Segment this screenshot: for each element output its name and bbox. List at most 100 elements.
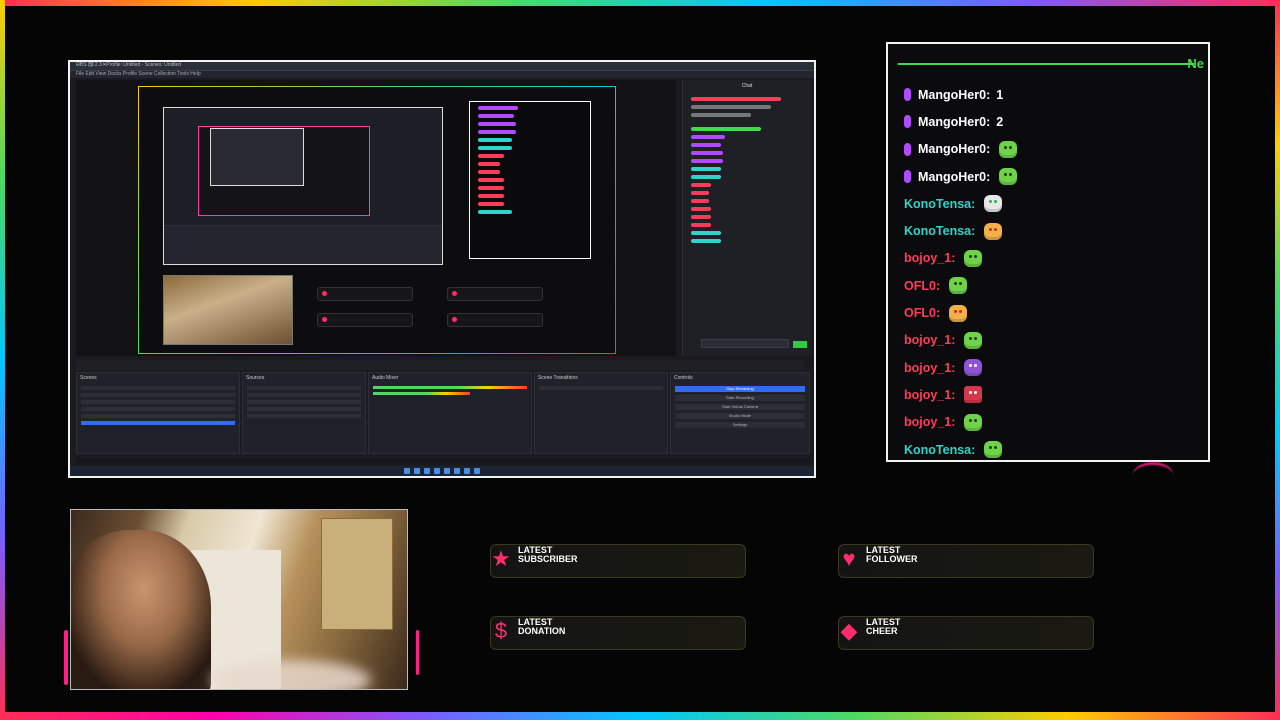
scene-item-selected[interactable]: [81, 421, 235, 425]
start-recording-button[interactable]: Start Recording: [675, 395, 805, 401]
webcam-poster: [321, 518, 393, 630]
emote-icon: [949, 304, 968, 322]
obs-status-bar: [76, 458, 810, 464]
taskbar-icon[interactable]: [434, 468, 440, 474]
emote-icon: [964, 359, 983, 377]
chat-username: MangoHer0:: [918, 114, 991, 129]
obs-docks: Scenes Sources Audio Mixer Scene Transit…: [76, 372, 810, 456]
taskbar-icon[interactable]: [464, 468, 470, 474]
heart-icon: ♥: [842, 546, 856, 571]
chat-message: bojoy_1:: [904, 245, 1198, 272]
chat-username: bojoy_1:: [904, 387, 956, 402]
nested-preview-inner: [210, 128, 304, 186]
chat-message: OFL0:: [904, 299, 1198, 326]
chat-message: KonoTensa:: [904, 436, 1198, 460]
chat-message: KonoTensa:: [904, 217, 1198, 244]
chat-message: KonoTensa:: [904, 190, 1198, 217]
audio-mixer-dock: Audio Mixer: [368, 372, 532, 454]
emote-icon: [999, 140, 1018, 158]
chat-username: KonoTensa:: [904, 224, 976, 239]
audio-meter: [373, 392, 471, 395]
chat-message: MangoHer0: 1: [904, 81, 1198, 108]
screen-capture: OBS 30.2.3 - Profile: Untitled - Scenes:…: [68, 60, 816, 478]
taskbar-icon[interactable]: [474, 468, 480, 474]
chat-message: MangoHer0: 2: [904, 108, 1198, 135]
source-item[interactable]: [247, 386, 361, 390]
star-icon: ★: [491, 546, 511, 571]
emote-icon: [964, 331, 983, 349]
controls-dock-title: Controls: [674, 375, 693, 381]
chat-username: KonoTensa:: [904, 196, 976, 211]
virtual-camera-button[interactable]: Start Virtual Camera: [675, 404, 805, 410]
nested-badge-subscriber: [317, 287, 413, 301]
taskbar-icon[interactable]: [414, 468, 420, 474]
source-item[interactable]: [247, 393, 361, 397]
chat-message-list: MangoHer0: 1 MangoHer0: 2 MangoHer0: MangoHer…: [904, 81, 1198, 460]
latest-subscriber-label: LATEST SUBSCRIBER: [518, 545, 578, 564]
transitions-dock: Scene Transitions: [534, 372, 668, 454]
latest-donation-badge: $ LATEST DONATION: [484, 612, 746, 650]
emote-icon: [949, 277, 968, 295]
emote-icon: [984, 222, 1003, 240]
chat-text: 2: [996, 114, 1004, 129]
mic-badge-icon: [904, 170, 911, 184]
obs-preview[interactable]: [76, 80, 676, 356]
scenes-dock-title: Scenes: [80, 375, 97, 381]
source-item[interactable]: [247, 400, 361, 404]
latest-cheer-badge: ◆ LATEST CHEER: [832, 612, 1094, 650]
webcam-glow-left: [64, 630, 68, 685]
dollar-icon: $: [494, 618, 508, 643]
chat-message: MangoHer0:: [904, 163, 1198, 190]
chat-message: bojoy_1:: [904, 381, 1198, 408]
nested-obs-window: [163, 107, 443, 265]
capture-titlebar: OBS 30.2.3 - Profile: Untitled - Scenes:…: [70, 62, 814, 71]
source-item[interactable]: [247, 407, 361, 411]
rainbow-border-right: [1275, 0, 1280, 720]
nested-webcam: [163, 275, 293, 345]
chat-username: MangoHer0:: [918, 169, 991, 184]
rainbow-border-bottom: [0, 712, 1280, 720]
chat-message: MangoHer0:: [904, 136, 1198, 163]
latest-follower-label: LATEST FOLLOWER: [866, 545, 918, 564]
controls-dock: Controls Stop Streaming Start Recording …: [670, 372, 810, 454]
start-icon[interactable]: [404, 468, 410, 474]
source-item[interactable]: [247, 414, 361, 418]
scene-item[interactable]: [81, 414, 235, 418]
chat-dock-title: Chat: [741, 83, 753, 89]
transition-select[interactable]: [539, 386, 663, 390]
scene-item[interactable]: [81, 400, 235, 404]
chat-username: bojoy_1:: [904, 415, 956, 430]
taskbar-icon[interactable]: [444, 468, 450, 474]
chat-username: OFL0:: [904, 278, 941, 293]
chat-message: bojoy_1:: [904, 327, 1198, 354]
chat-username: MangoHer0:: [918, 142, 991, 157]
webcam-feed: [70, 509, 408, 690]
webcam-hand-blur: [211, 660, 371, 689]
scene-item[interactable]: [81, 407, 235, 411]
webcam-person: [71, 530, 211, 689]
chat-dock-input[interactable]: [701, 339, 789, 348]
latest-donation-label: LATEST DONATION: [518, 617, 566, 636]
audio-meter: [373, 386, 527, 389]
chat-message: bojoy_1:: [904, 354, 1198, 381]
scene-item[interactable]: [81, 393, 235, 397]
obs-chat-dock: Chat: [682, 80, 811, 356]
settings-button[interactable]: Settings: [675, 422, 805, 428]
stop-streaming-button[interactable]: Stop Streaming: [675, 386, 805, 392]
sources-dock-title: Sources: [246, 375, 265, 381]
diamond-icon: ◆: [840, 618, 858, 643]
capture-menubar[interactable]: File Edit View Docks Profile Scene Colle…: [70, 71, 814, 78]
chat-username: bojoy_1:: [904, 360, 956, 375]
chat-username: bojoy_1:: [904, 333, 956, 348]
scene-item[interactable]: [81, 386, 235, 390]
studio-mode-button[interactable]: Studio Mode: [675, 413, 805, 419]
nested-overlay-frame: [138, 86, 616, 354]
taskbar-icon[interactable]: [454, 468, 460, 474]
window-controls[interactable]: – ▢ ✕: [76, 62, 808, 68]
emote-icon: [999, 168, 1018, 186]
chat-message: bojoy_1:: [904, 409, 1198, 436]
chat-dock-send-button[interactable]: [793, 341, 807, 348]
emote-icon: [964, 413, 983, 431]
taskbar-icon[interactable]: [424, 468, 430, 474]
emote-icon: [984, 441, 1003, 458]
